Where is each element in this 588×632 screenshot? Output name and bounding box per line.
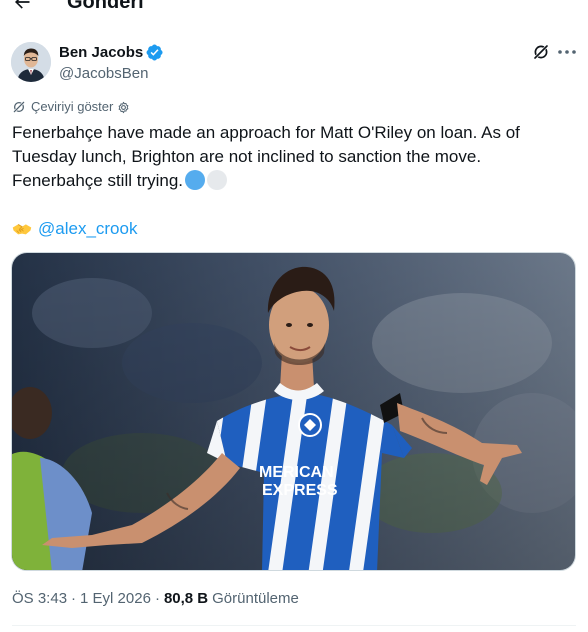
meta-separator: ·	[154, 589, 160, 607]
more-options-icon[interactable]	[557, 45, 577, 59]
translate-row[interactable]: Çeviriyi göster	[12, 99, 130, 115]
divider	[12, 625, 576, 626]
arrow-left-icon[interactable]	[12, 0, 32, 12]
tweet-media-photo[interactable]: MERICAN EXPRESS	[11, 252, 576, 571]
shirt-sponsor-line-2: EXPRESS	[262, 482, 338, 499]
handshake-emoji-icon	[12, 223, 32, 235]
tweet-text-line-1: Fenerbahçe have made an approach for Mat…	[12, 123, 520, 142]
author-name[interactable]: Ben Jacobs	[59, 43, 143, 62]
mention-row: @alex_crook	[12, 217, 137, 241]
avatar[interactable]	[11, 42, 51, 82]
grok-icon[interactable]	[532, 43, 550, 61]
author-name-row[interactable]: Ben Jacobs	[59, 43, 163, 62]
meta-separator: ·	[71, 589, 77, 607]
tweet-date[interactable]: 1 Eyl 2026	[80, 590, 151, 607]
blue-circle-emoji-icon	[185, 170, 206, 190]
views-label: Görüntüleme	[212, 589, 299, 607]
author-handle[interactable]: @JacobsBen	[59, 64, 148, 83]
page-title: Gönderi	[67, 0, 144, 13]
white-circle-emoji-icon	[207, 170, 228, 190]
tweet-text-line-3: Fenerbahçe still trying.	[12, 169, 572, 193]
top-bar: Gönderi	[0, 0, 588, 18]
tweet-text-line-2: Tuesday lunch, Brighton are not inclined…	[12, 147, 482, 166]
tweet-meta-row: ÖS 3:43 · 1 Eyl 2026 · 80,8 B Görüntülem…	[12, 588, 299, 608]
view-count: 80,8 B	[163, 589, 209, 607]
tweet-text-line-3-text: Fenerbahçe still trying.	[12, 171, 184, 190]
translate-link[interactable]: Çeviriyi göster	[31, 99, 113, 115]
tweet-time[interactable]: ÖS 3:43	[12, 590, 67, 607]
gear-icon[interactable]	[117, 101, 130, 114]
verified-badge-icon	[146, 44, 163, 61]
tweet-text: Fenerbahçe have made an approach for Mat…	[12, 121, 572, 193]
translate-icon	[12, 100, 26, 114]
mention-link[interactable]: @alex_crook	[38, 217, 137, 241]
shirt-sponsor-line-1: MERICAN	[259, 464, 334, 481]
